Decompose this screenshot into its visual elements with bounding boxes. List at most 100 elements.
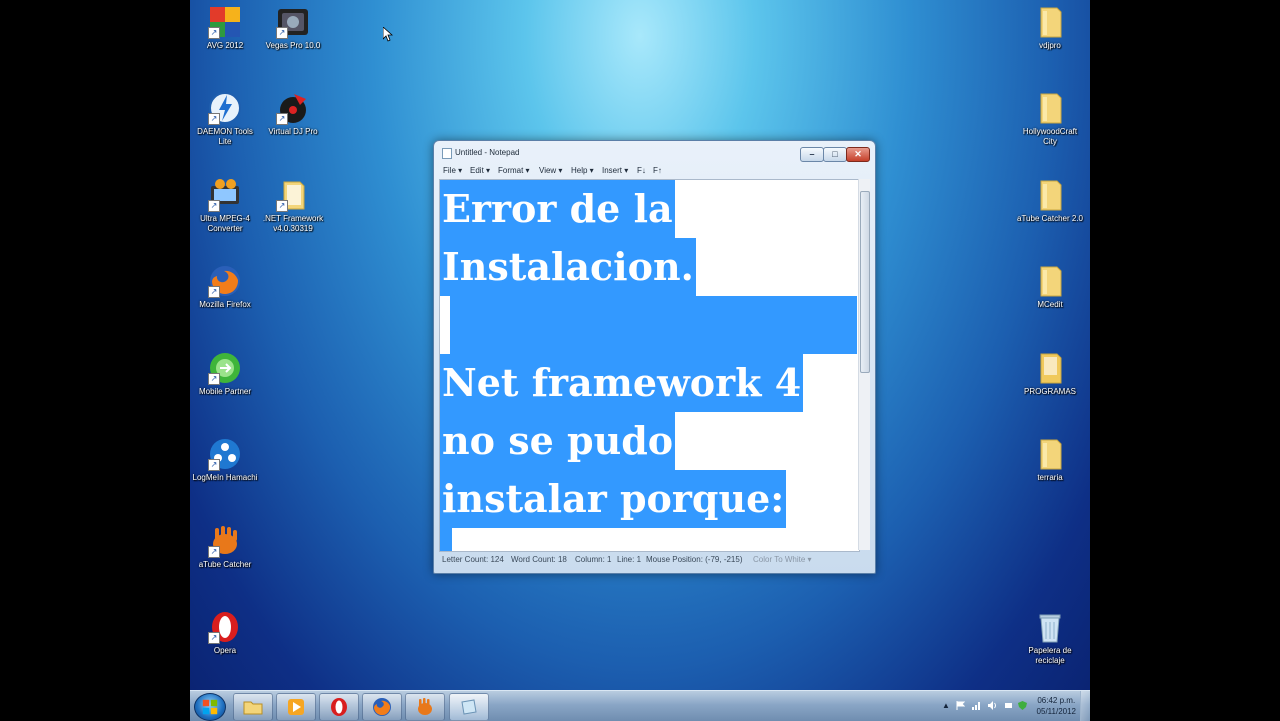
vertical-scrollbar[interactable] <box>858 179 870 550</box>
mouse-cursor-icon <box>383 27 393 42</box>
text-line: Net framework 4 <box>440 354 804 412</box>
opera-icon <box>331 698 347 716</box>
firefox-icon <box>373 698 391 716</box>
avg-icon: ↗ <box>208 5 242 39</box>
programas-folder[interactable]: PROGRAMAS <box>1015 351 1085 397</box>
system-tray: ▲ 06:42 p.m. 05/11/2012 <box>942 691 1082 721</box>
avg-2012-shortcut[interactable]: ↗ AVG 2012 <box>190 5 260 51</box>
folder-icon: ↗ <box>276 178 310 212</box>
folder-icon <box>1033 351 1067 385</box>
icon-label: DAEMON Tools Lite <box>197 127 253 146</box>
window-title: Untitled - Notepad <box>455 148 520 157</box>
text-editor[interactable]: Error de la Instalacion. Net framework 4… <box>439 179 860 552</box>
desktop[interactable]: ↗ AVG 2012 ↗ DAEMON Tools Lite ↗ Ultra M… <box>190 0 1090 720</box>
menu-format[interactable]: Format ▾ <box>498 166 530 175</box>
selected-text: Instalacion. <box>440 238 696 296</box>
close-button[interactable]: ✕ <box>846 147 870 162</box>
start-button[interactable] <box>194 693 226 721</box>
vegas-pro-icon: ↗ <box>276 5 310 39</box>
safely-remove-icon[interactable] <box>1004 701 1013 710</box>
virtual-dj-icon: ↗ <box>276 91 310 125</box>
clock[interactable]: 06:42 p.m. 05/11/2012 <box>1037 695 1076 717</box>
ultra-mpeg4-shortcut[interactable]: ↗ Ultra MPEG-4 Converter <box>190 178 260 234</box>
mozilla-firefox-shortcut[interactable]: ↗ Mozilla Firefox <box>190 264 260 310</box>
vdjpro-folder[interactable]: vdjpro <box>1015 5 1085 51</box>
menu-edit[interactable]: Edit ▾ <box>470 166 490 175</box>
network-signal-icon[interactable] <box>972 701 981 710</box>
text-line: no se pudo <box>440 412 676 470</box>
menu-bar: File ▾ Edit ▾ Format ▾ View ▾ Help ▾ Ins… <box>439 164 869 178</box>
word-count: Word Count: 18 <box>511 555 567 564</box>
taskbar-atube-catcher-button[interactable] <box>405 693 445 721</box>
logmein-hamachi-shortcut[interactable]: ↗ LogMeIn Hamachi <box>190 437 260 483</box>
atube-catcher-folder[interactable]: aTube Catcher 2.0 <box>1015 178 1085 224</box>
taskbar-explorer-button[interactable] <box>233 693 273 721</box>
maximize-button[interactable]: □ <box>823 147 847 162</box>
atube-catcher-icon: ↗ <box>208 524 242 558</box>
menu-insert[interactable]: Insert ▾ <box>602 166 628 175</box>
selected-text: Error de la <box>440 180 675 238</box>
notepad-window[interactable]: Untitled - Notepad – □ ✕ File ▾ Edit ▾ F… <box>433 140 876 574</box>
action-center-flag-icon[interactable] <box>956 701 965 710</box>
daemon-tools-shortcut[interactable]: ↗ DAEMON Tools Lite <box>190 91 260 147</box>
folder-icon <box>1033 264 1067 298</box>
icon-label: Vegas Pro 10.0 <box>265 41 321 50</box>
taskbar-opera-button[interactable] <box>319 693 359 721</box>
icon-label: Mobile Partner <box>198 387 252 396</box>
menu-file[interactable]: File ▾ <box>443 166 462 175</box>
icon-label: LogMeIn Hamachi <box>192 473 258 482</box>
taskbar-media-player-button[interactable] <box>276 693 316 721</box>
taskbar-firefox-button[interactable] <box>362 693 402 721</box>
show-desktop-button[interactable] <box>1080 691 1090 721</box>
text-line: instalar porque: <box>440 470 787 528</box>
atube-catcher-shortcut[interactable]: ↗ aTube Catcher <box>190 524 260 570</box>
terraria-folder[interactable]: terraria <box>1015 437 1085 483</box>
mcedit-folder[interactable]: MCedit <box>1015 264 1085 310</box>
mobile-partner-shortcut[interactable]: ↗ Mobile Partner <box>190 351 260 397</box>
icon-label: terraria <box>1037 473 1063 482</box>
windows-logo-icon <box>202 699 218 715</box>
show-hidden-icons-icon[interactable]: ▲ <box>942 701 951 710</box>
volume-icon[interactable] <box>988 701 997 710</box>
virtual-dj-pro-shortcut[interactable]: ↗ Virtual DJ Pro <box>258 91 328 137</box>
font-smaller-button[interactable]: F↓ <box>637 166 646 175</box>
text-line <box>440 296 857 354</box>
selected-text: Net framework 4 <box>440 354 804 412</box>
icon-label: AVG 2012 <box>206 41 244 50</box>
notepad-app-icon <box>442 148 452 159</box>
opera-shortcut[interactable]: ↗ Opera <box>190 610 260 656</box>
hollywoodcraft-folder[interactable]: HollywoodCraft City <box>1015 91 1085 147</box>
selection-tail <box>440 528 452 551</box>
folder-icon <box>1033 91 1067 125</box>
scrollbar-thumb[interactable] <box>860 191 870 373</box>
font-larger-button[interactable]: F↑ <box>653 166 662 175</box>
clock-time: 06:42 p.m. <box>1037 696 1076 705</box>
mouse-position: Mouse Position: (-79, -215) <box>646 555 743 564</box>
menu-help[interactable]: Help ▾ <box>571 166 594 175</box>
icon-label: Opera <box>213 646 237 655</box>
icon-label: .NET Framework v4.0.30319 <box>262 214 324 233</box>
atube-catcher-icon <box>418 698 432 715</box>
icon-label: vdjpro <box>1039 41 1061 50</box>
net-framework-folder[interactable]: ↗ .NET Framework v4.0.30319 <box>258 178 328 234</box>
title-bar[interactable]: Untitled - Notepad – □ ✕ <box>434 141 875 163</box>
film-converter-icon: ↗ <box>208 178 242 212</box>
notepad-icon <box>461 699 477 715</box>
security-shield-icon[interactable] <box>1018 701 1027 710</box>
icon-label: Mozilla Firefox <box>199 300 251 309</box>
taskbar-notepad-button[interactable] <box>449 693 489 721</box>
icon-label: Virtual DJ Pro <box>268 127 318 136</box>
color-dropdown[interactable]: Color To White ▾ <box>753 555 812 564</box>
recycle-bin-icon <box>1033 610 1067 644</box>
opera-icon: ↗ <box>208 610 242 644</box>
firefox-icon: ↗ <box>208 264 242 298</box>
recycle-bin[interactable]: Papelera de reciclaje <box>1015 610 1085 666</box>
maximize-icon: □ <box>832 149 838 159</box>
minimize-button[interactable]: – <box>800 147 824 162</box>
folder-icon <box>1033 437 1067 471</box>
minimize-icon: – <box>809 149 815 159</box>
text-line: Instalacion. <box>440 238 696 296</box>
menu-view[interactable]: View ▾ <box>539 166 562 175</box>
folder-icon <box>243 701 263 715</box>
vegas-pro-shortcut[interactable]: ↗ Vegas Pro 10.0 <box>258 5 328 51</box>
